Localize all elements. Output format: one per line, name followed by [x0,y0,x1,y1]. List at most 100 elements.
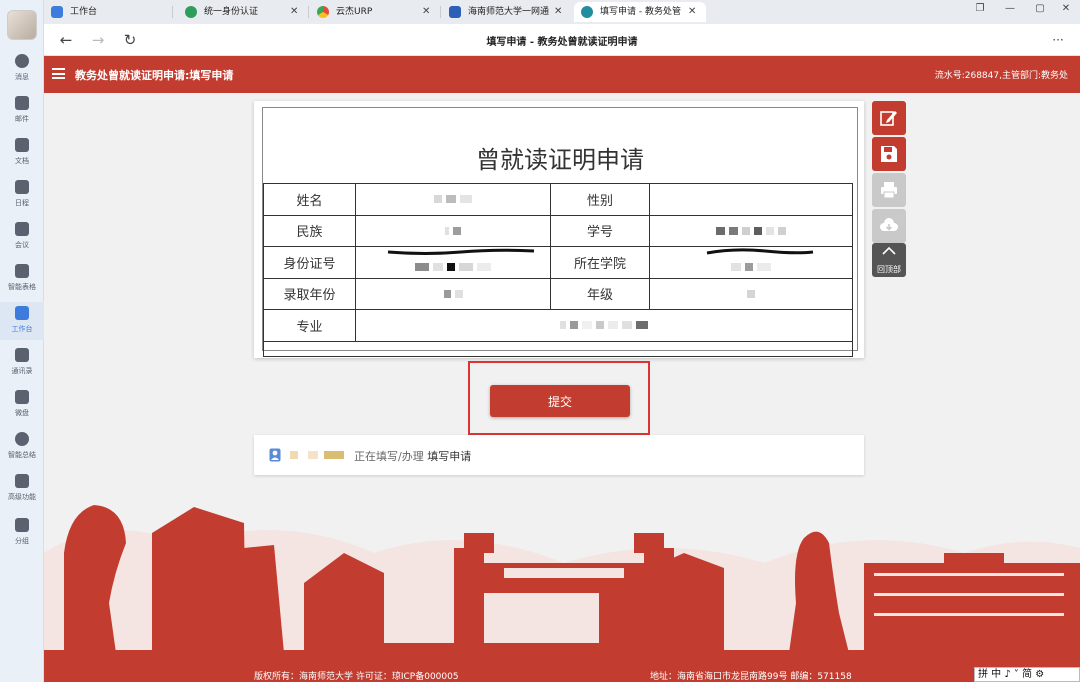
navigation-bar: ← → ↻ 填写申请 - 教务处曾就读证明申请 ··· [44,24,1080,56]
ime-status-bar[interactable]: 拼 中 ♪ ˅ 简 ⚙ [974,667,1080,682]
chevron-up-icon [882,246,896,255]
edit-button[interactable] [872,101,906,135]
more-options-icon[interactable]: ··· [1048,30,1068,50]
sidebar-item-contacts[interactable]: 通讯录 [0,344,44,382]
sidebar-item-label: 智能表格 [8,283,36,291]
calendar-icon [15,180,29,194]
save-button[interactable] [872,137,906,171]
label-student-id: 学号 [550,214,650,247]
sidebar-item-document[interactable]: 文档 [0,134,44,172]
sidebar-item-mail[interactable]: 邮件 [0,92,44,130]
value-grade[interactable] [649,277,853,310]
tab-label: 工作台 [70,7,98,17]
table-row: 姓名 性别 [263,183,853,216]
tab-label: 填写申请 - 教务处管 [600,7,681,17]
restore-window-icon[interactable]: ❐ [970,3,990,14]
app-sidebar: 消息邮件文档日程会议智能表格工作台通讯录微盘智能总结高级功能分组 [0,0,44,682]
label-gender: 性别 [550,183,650,216]
drive-icon [15,390,29,404]
cloud-download-icon [880,218,898,231]
value-ethnicity[interactable] [355,214,551,247]
redaction-scribble [387,248,535,255]
browser-tab-bar: 工作台 统一身份认证 ✕ 云杰URP ✕ 海南师范大学一网通 ✕ 填写申请 - … [44,0,1080,24]
sidebar-item-smart-table[interactable]: 智能表格 [0,260,44,298]
tab-current-application[interactable]: 填写申请 - 教务处管 ✕ [574,2,706,22]
message-icon [15,54,29,68]
sidebar-item-label: 会议 [15,241,29,249]
submit-button[interactable]: 提交 [490,385,630,417]
tab-label: 云杰URP [336,7,373,17]
copyright-text: 版权所有：海南师范大学 许可证：琼ICP备000005 [254,672,459,682]
hamburger-menu-icon[interactable] [52,68,65,79]
sidebar-item-label: 微盘 [15,409,29,417]
save-icon [881,146,897,162]
user-badge-icon [269,448,281,462]
table-row: 录取年份 年级 [263,277,853,310]
mail-icon [15,96,29,110]
user-avatar[interactable] [7,10,37,40]
header-title: 教务处曾就读证明申请:填写申请 [75,69,234,82]
sidebar-item-workbench[interactable]: 工作台 [0,302,44,340]
status-prefix: 正在填写/办理 [354,450,424,463]
label-id-number: 身份证号 [263,246,356,279]
close-tab-icon[interactable]: ✕ [290,2,298,22]
status-card: 正在填写/办理 填写申请 [254,435,864,475]
chrome-tab-icon [317,6,329,18]
label-name: 姓名 [263,183,356,216]
sidebar-item-label: 消息 [15,73,29,81]
minimize-window-icon[interactable]: — [1000,3,1020,14]
value-id-number[interactable] [355,246,551,279]
document-icon [15,138,29,152]
tab-hnnu-portal[interactable]: 海南师范大学一网通 ✕ [442,2,570,22]
download-button[interactable] [872,209,906,243]
status-step: 填写申请 [427,450,472,463]
address-text: 地址：海南省海口市龙昆南路99号 邮编：571158 [650,672,852,682]
table-row: 民族 学号 [263,214,853,247]
value-admission-year[interactable] [355,277,551,310]
main-content: 曾就读证明申请 姓名 性别 民族 学号 身份证号 所在学院 录取年份 年级 专业… [44,93,1080,682]
certificate-form-table: 姓名 性别 民族 学号 身份证号 所在学院 录取年份 年级 专业 [263,183,853,357]
redaction-scribble [706,248,814,255]
sidebar-item-advanced[interactable]: 高级功能 [0,470,44,508]
back-to-top-label: 回顶部 [877,265,901,274]
sidebar-item-label: 日程 [15,199,29,207]
tab-urp[interactable]: 云杰URP ✕ [310,2,434,22]
value-student-id[interactable] [649,214,853,247]
close-window-icon[interactable]: ✕ [1056,3,1076,14]
value-gender[interactable] [649,183,853,216]
advanced-icon [15,474,29,488]
tab-workbench[interactable]: 工作台 [44,2,164,22]
back-to-top-button[interactable]: 回顶部 [872,243,906,277]
close-tab-icon[interactable]: ✕ [422,2,430,22]
table-row [263,340,853,357]
tab-label: 海南师范大学一网通 [468,7,550,17]
sidebar-item-label: 文档 [15,157,29,165]
form-frame: 曾就读证明申请 姓名 性别 民族 学号 身份证号 所在学院 录取年份 年级 专业 [262,107,858,357]
campus-skyline-illustration [44,505,1080,653]
tab-identity-auth[interactable]: 统一身份认证 ✕ [178,2,302,22]
edit-icon [880,111,897,126]
sidebar-item-drive[interactable]: 微盘 [0,386,44,424]
group-icon [15,518,29,532]
sidebar-item-calendar[interactable]: 日程 [0,176,44,214]
sidebar-item-message[interactable]: 消息 [0,50,44,88]
tab-label: 统一身份认证 [204,7,259,17]
app-tab-icon [581,6,593,18]
sidebar-item-label: 通讯录 [11,367,33,375]
value-major[interactable] [355,309,853,342]
sidebar-item-ai-summary[interactable]: 智能总结 [0,428,44,466]
maximize-window-icon[interactable]: ▢ [1030,3,1050,14]
serial-info: 流水号:268847,主管部门:教务处 [934,71,1068,81]
label-grade: 年级 [550,277,650,310]
print-button[interactable] [872,173,906,207]
smart-table-icon [15,264,29,278]
close-tab-icon[interactable]: ✕ [688,2,696,22]
close-tab-icon[interactable]: ✕ [554,2,562,22]
sidebar-item-group[interactable]: 分组 [0,514,44,552]
page-title: 填写申请 - 教务处曾就读证明申请 [486,37,638,48]
application-form-card: 曾就读证明申请 姓名 性别 民族 学号 身份证号 所在学院 录取年份 年级 专业 [254,101,864,358]
sidebar-item-meeting[interactable]: 会议 [0,218,44,256]
value-college[interactable] [649,246,853,279]
value-name[interactable] [355,183,551,216]
print-icon [881,182,897,199]
